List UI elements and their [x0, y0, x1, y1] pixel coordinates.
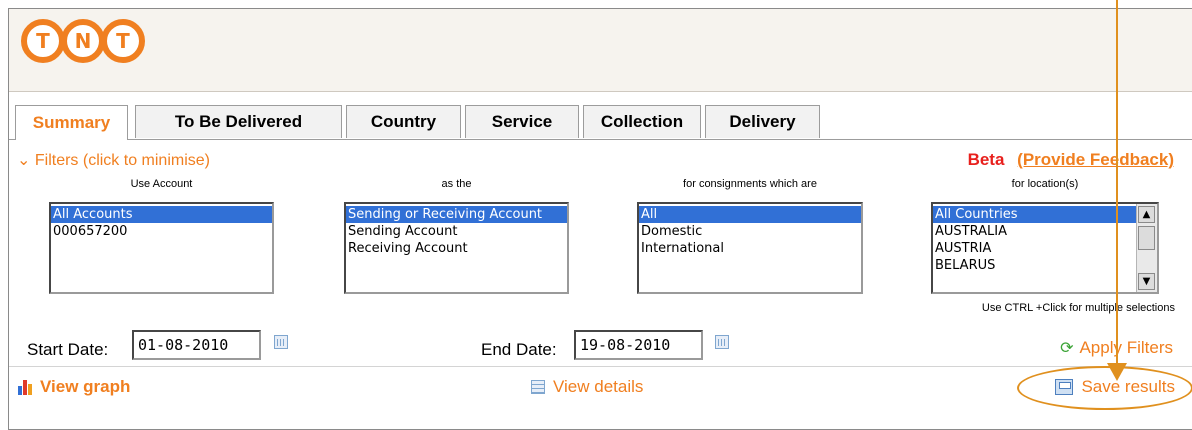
list-option[interactable]: All Countries [933, 206, 1137, 223]
as-the-label: as the [441, 178, 472, 190]
refresh-icon: ⟳ [1060, 340, 1074, 357]
location-label: for location(s) [1011, 178, 1079, 190]
list-option[interactable]: Receiving Account [346, 240, 567, 257]
tab-summary[interactable]: Summary [15, 105, 128, 140]
bar-chart-icon [18, 379, 32, 395]
provide-feedback-link[interactable]: (Provide Feedback) [1017, 150, 1174, 169]
scroll-up-icon[interactable]: ▲ [1138, 206, 1155, 223]
bar-chart-icon-bar [18, 386, 22, 395]
logo-ring-t1: T [21, 19, 65, 63]
list-option[interactable]: 000657200 [51, 223, 272, 240]
action-bar: View graph View details Save results [9, 366, 1192, 417]
view-details-button[interactable]: View details [531, 377, 643, 397]
scroll-down-icon[interactable]: ▼ [1138, 273, 1155, 290]
start-date-input[interactable]: 01-08-2010 [132, 330, 261, 360]
logo-ring-t2: T [101, 19, 145, 63]
tnt-logo: T N T [21, 19, 145, 63]
bar-chart-icon-bar [23, 380, 27, 395]
end-date-label: End Date: [481, 340, 557, 359]
multi-select-hint: Use CTRL +Click for multiple selections [981, 302, 1175, 314]
annotation-arrow-line [1116, 0, 1118, 378]
view-graph-label: View graph [40, 377, 131, 396]
tab-delivery[interactable]: Delivery [705, 105, 820, 138]
use-account-label: Use Account [130, 178, 193, 190]
location-scrollbar[interactable]: ▲ ▼ [1136, 204, 1157, 292]
view-graph-button[interactable]: View graph [18, 377, 130, 397]
header: T N T [9, 9, 1192, 92]
consignment-listbox[interactable]: All Domestic International [637, 202, 863, 294]
list-option[interactable]: BELARUS [933, 257, 1157, 274]
bar-chart-icon-bar [28, 384, 32, 395]
logo-letter: T [36, 29, 50, 53]
logo-letter: T [116, 29, 130, 53]
role-listbox[interactable]: Sending or Receiving Account Sending Acc… [344, 202, 569, 294]
beta-feedback: Beta (Provide Feedback) [968, 150, 1174, 170]
filters-toggle-label: Filters (click to minimise) [34, 152, 210, 169]
account-listbox[interactable]: All Accounts 000657200 [49, 202, 274, 294]
filters-panel: ⌄ Filters (click to minimise) Beta (Prov… [9, 140, 1192, 366]
apply-filters-label: Apply Filters [1079, 338, 1173, 357]
tab-country[interactable]: Country [346, 105, 461, 138]
tab-bar: Summary To Be Delivered Country Service … [9, 105, 1192, 140]
list-option[interactable]: All Accounts [51, 206, 272, 223]
logo-ring-n: N [61, 19, 105, 63]
view-details-label: View details [553, 377, 644, 396]
consignment-type-label: for consignments which are [683, 178, 817, 190]
list-option[interactable]: AUSTRIA [933, 240, 1157, 257]
tab-service[interactable]: Service [465, 105, 579, 138]
tnt-window: T N T Summary To Be Delivered Country Se… [8, 8, 1192, 430]
list-option[interactable]: AUSTRALIA [933, 223, 1157, 240]
annotation-ellipse [1017, 366, 1192, 410]
list-option[interactable]: Domestic [639, 223, 861, 240]
end-date-input[interactable]: 19-08-2010 [574, 330, 703, 360]
scroll-thumb[interactable] [1138, 226, 1155, 250]
tab-collection[interactable]: Collection [583, 105, 701, 138]
table-icon [531, 380, 545, 394]
logo-letter: N [74, 29, 92, 53]
beta-label: Beta [967, 150, 1005, 169]
filters-toggle[interactable]: ⌄ Filters (click to minimise) [17, 150, 210, 170]
list-option[interactable]: All [639, 206, 861, 223]
list-option[interactable]: Sending or Receiving Account [346, 206, 567, 223]
list-option[interactable]: Sending Account [346, 223, 567, 240]
start-date-label: Start Date: [27, 340, 109, 359]
tab-to-be-delivered[interactable]: To Be Delivered [135, 105, 342, 138]
list-option[interactable]: International [639, 240, 861, 257]
location-listbox[interactable]: All Countries AUSTRALIA AUSTRIA BELARUS … [931, 202, 1159, 294]
chevron-down-icon: ⌄ [17, 152, 31, 169]
calendar-icon[interactable] [715, 335, 729, 349]
calendar-icon[interactable] [274, 335, 288, 349]
